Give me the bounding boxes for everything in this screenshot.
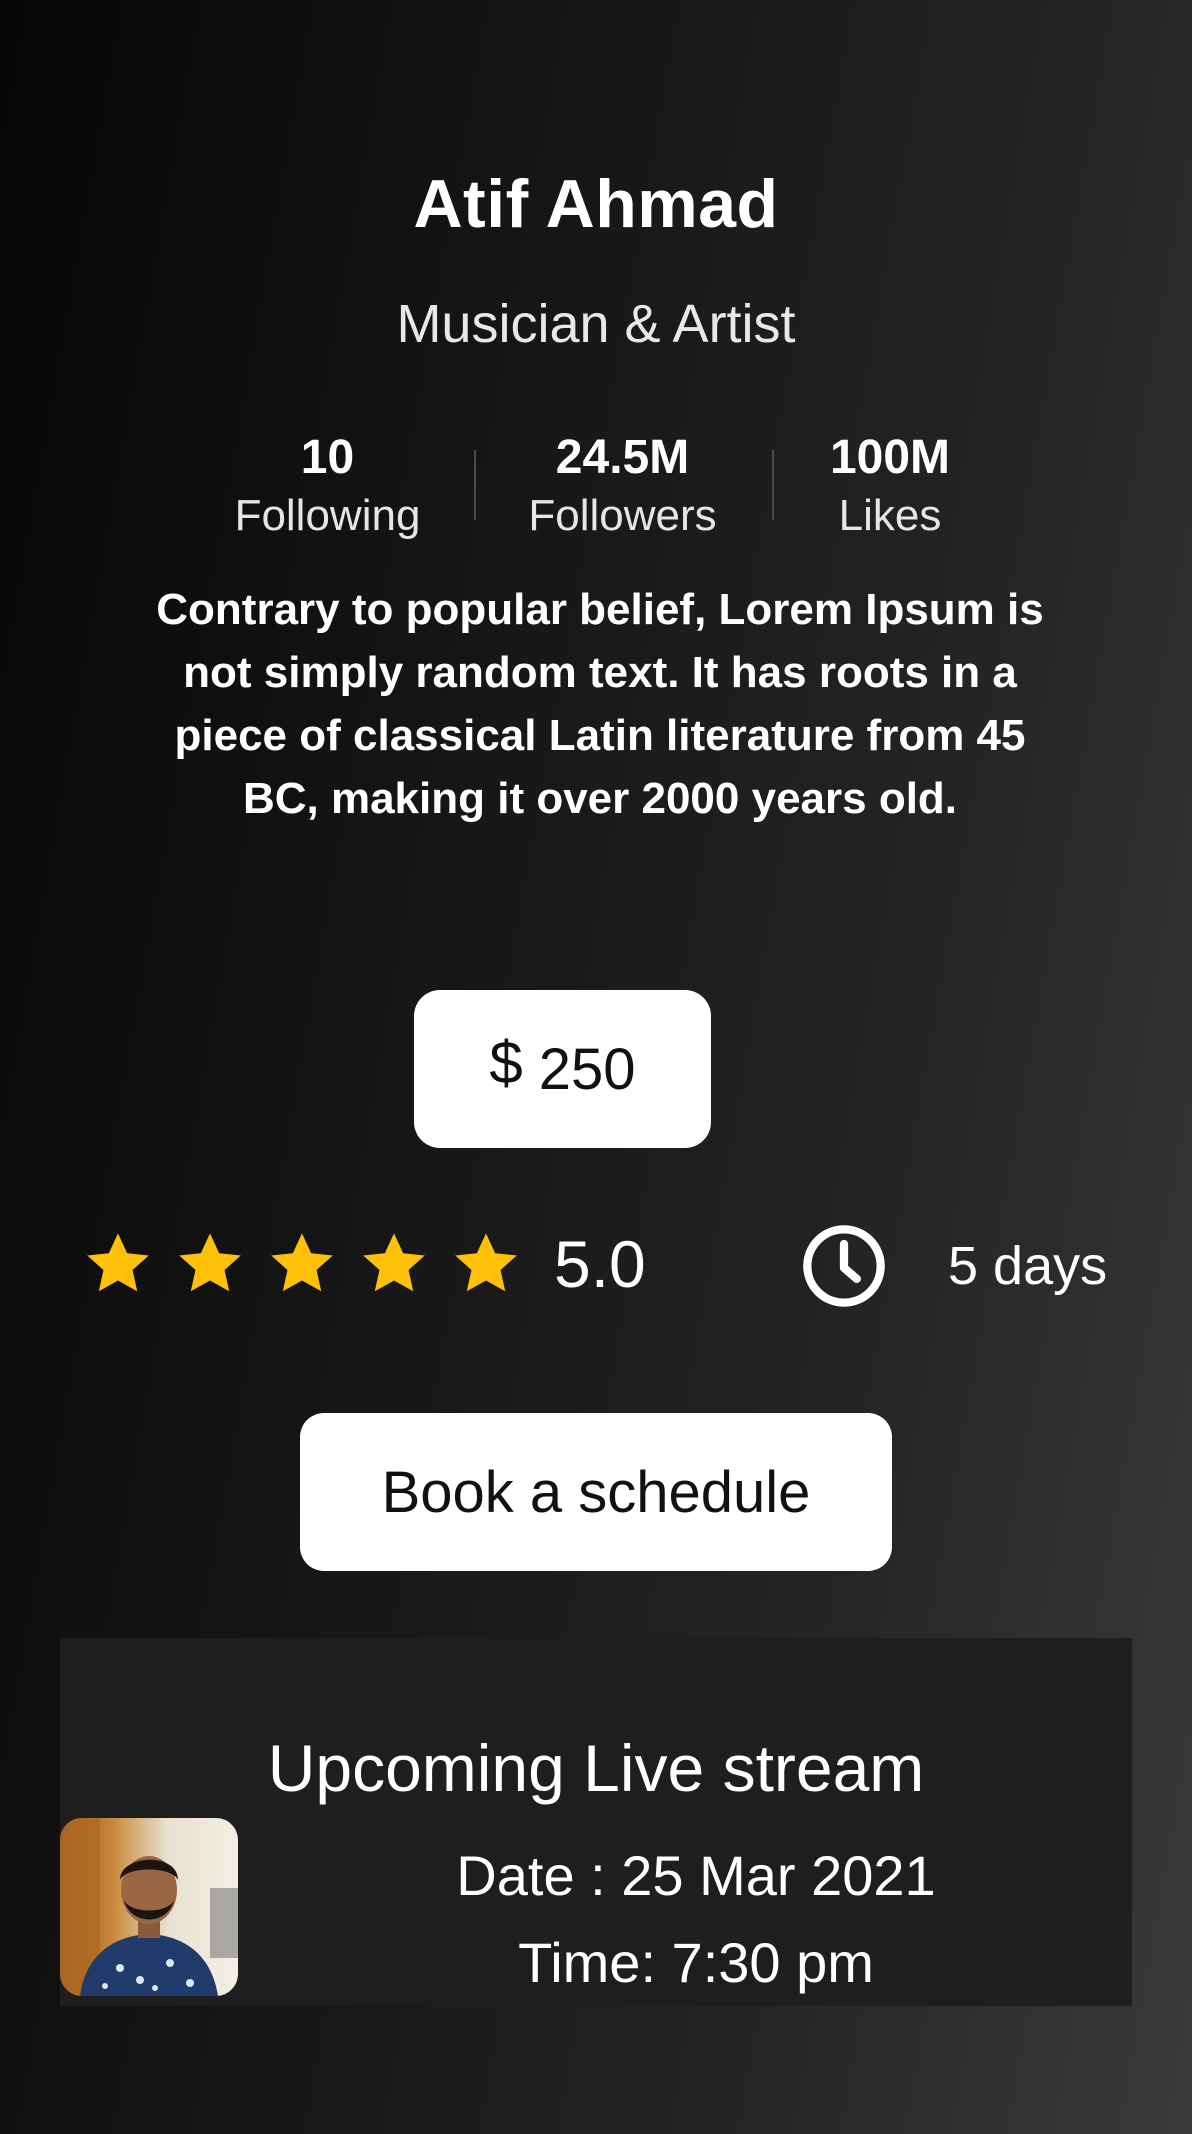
price-tag: $ 250 xyxy=(414,990,711,1148)
star-icon xyxy=(266,1228,338,1300)
profile-screen: Atif Ahmad Musician & Artist 10 Followin… xyxy=(0,0,1192,2134)
price-amount: 250 xyxy=(538,1036,636,1102)
stat-value: 10 xyxy=(300,431,355,484)
profile-name: Atif Ahmad xyxy=(413,166,779,242)
star-icon xyxy=(358,1228,430,1300)
live-stream-time: Time: 7:30 pm xyxy=(518,1931,874,1994)
stat-label: Followers xyxy=(528,491,717,540)
stat-value: 24.5M xyxy=(555,431,690,484)
profile-role: Musician & Artist xyxy=(396,294,796,354)
duration-label: 5 days xyxy=(948,1236,1108,1296)
stat-followers[interactable]: 24.5M Followers xyxy=(500,428,745,544)
stat-label: Likes xyxy=(838,491,942,540)
stat-value: 100M xyxy=(829,431,951,484)
rating-stars xyxy=(82,1228,522,1300)
avatar[interactable] xyxy=(60,1818,238,1996)
stat-likes[interactable]: 100M Likes xyxy=(790,428,990,544)
live-stream-title: Upcoming Live stream xyxy=(267,1731,925,1805)
star-icon xyxy=(450,1228,522,1300)
stat-following[interactable]: 10 Following xyxy=(190,428,465,544)
star-icon xyxy=(82,1228,154,1300)
live-stream-date: Date : 25 Mar 2021 xyxy=(456,1844,936,1907)
stat-divider xyxy=(474,450,476,520)
star-icon xyxy=(174,1228,246,1300)
clock-icon xyxy=(800,1222,888,1310)
profile-bio: Contrary to popular belief, Lorem Ipsum … xyxy=(156,585,1044,823)
stat-divider xyxy=(772,450,774,520)
book-schedule-button[interactable]: Book a schedule xyxy=(300,1413,892,1571)
stat-label: Following xyxy=(234,491,421,540)
rating-value: 5.0 xyxy=(554,1227,646,1301)
currency-symbol: $ xyxy=(489,1028,523,1096)
